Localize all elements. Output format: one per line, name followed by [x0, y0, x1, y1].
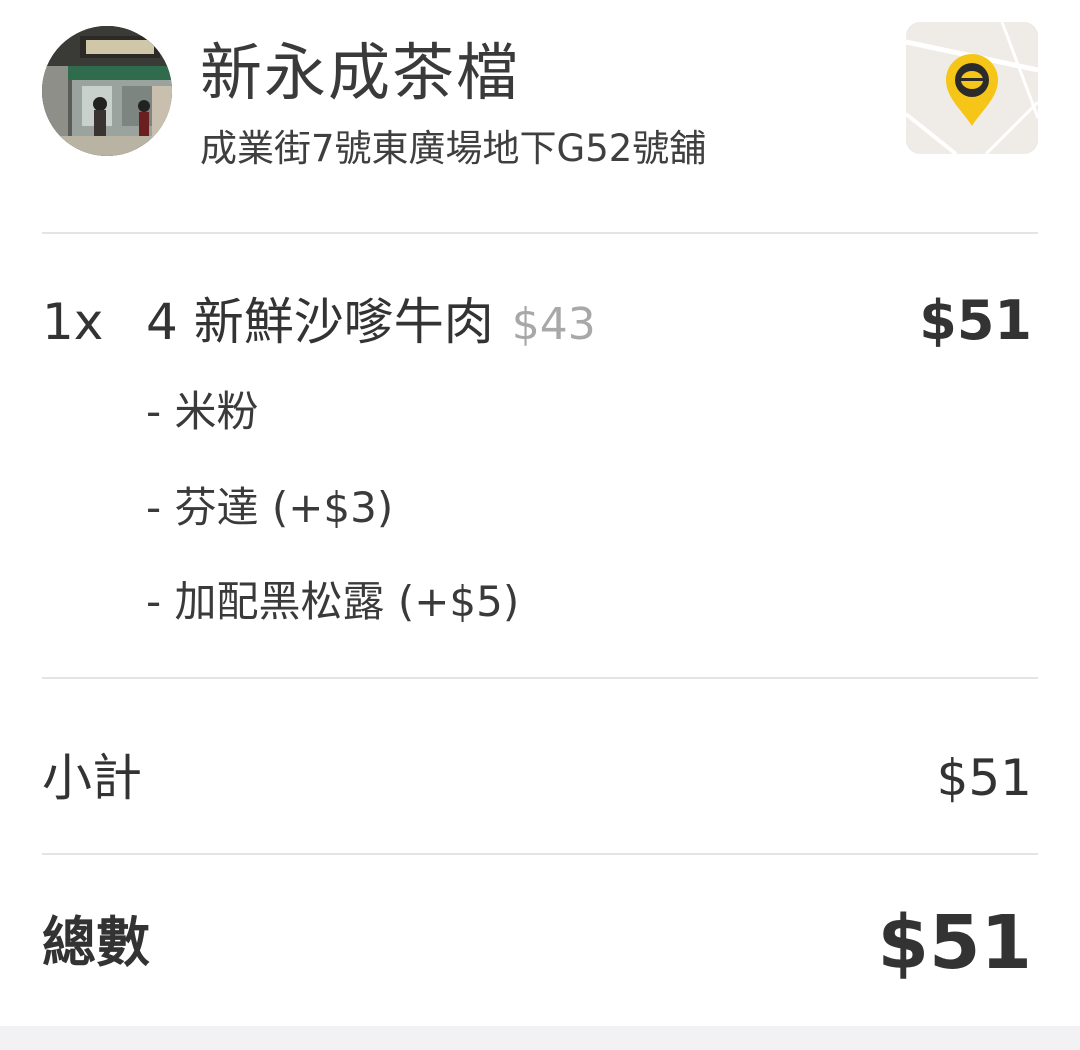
order-summary-page: 新永成茶檔 成業街7號東廣場地下G52號舖 1x 4 新鮮沙嗲牛肉 $43 $51: [0, 0, 1080, 1050]
divider: [42, 232, 1038, 234]
store-name: 新永成茶檔: [200, 36, 521, 109]
subtotal-label: 小計: [42, 749, 142, 807]
item-name-row: 4 新鮮沙嗲牛肉 $43: [146, 292, 596, 355]
item-option: - 加配黑松露 (+$5): [146, 577, 520, 626]
divider: [42, 853, 1038, 855]
bottom-band: [0, 1026, 1080, 1050]
total-label: 總數: [42, 911, 150, 974]
item-option: - 米粉: [146, 387, 259, 436]
item-quantity: 1x: [42, 293, 104, 351]
store-address: 成業街7號東廣場地下G52號舖: [200, 127, 707, 170]
item-unit-price: $43: [511, 299, 596, 350]
divider: [42, 677, 1038, 679]
map-thumbnail[interactable]: [906, 22, 1038, 154]
total-value: $51: [877, 900, 1032, 986]
item-total-price: $51: [919, 289, 1032, 352]
item-name: 4 新鮮沙嗲牛肉: [146, 293, 494, 351]
store-photo-avatar: [42, 26, 172, 156]
item-option: - 芬達 (+$3): [146, 483, 394, 532]
subtotal-value: $51: [936, 749, 1032, 807]
store-header: 新永成茶檔 成業街7號東廣場地下G52號舖: [42, 22, 1038, 170]
